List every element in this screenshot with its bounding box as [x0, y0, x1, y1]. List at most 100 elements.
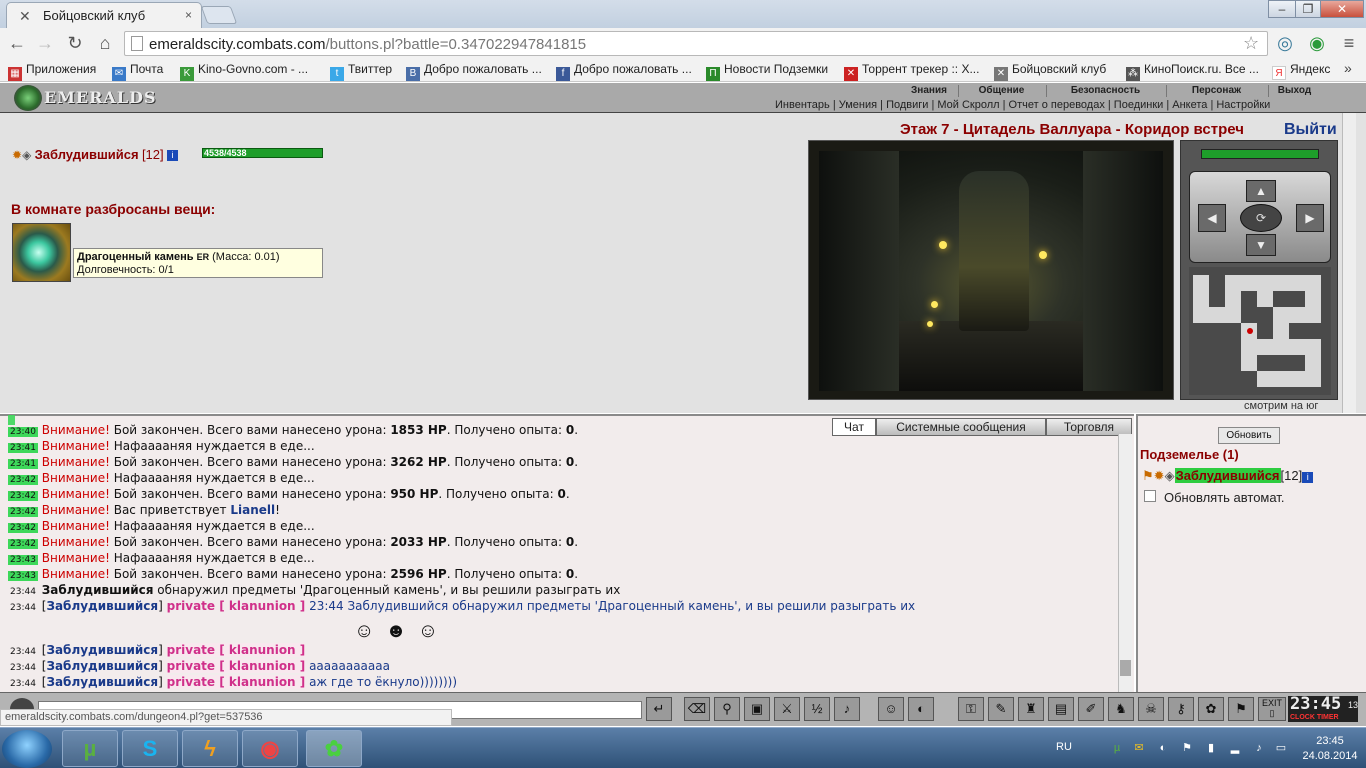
group-member-name[interactable]: Заблудившийся: [1174, 468, 1281, 483]
browser-tab-active[interactable]: ✕ Бойцовский клуб ×: [6, 2, 202, 28]
send-icon[interactable]: ↵: [646, 697, 672, 721]
flag-icon[interactable]: ⚑: [1228, 697, 1254, 721]
bookmark-kinopoisk[interactable]: ⁂ КиноПоиск.ru. Все ...: [1126, 62, 1259, 81]
private-tag[interactable]: private [ klanunion ]: [167, 599, 306, 613]
language-indicator[interactable]: RU: [1056, 741, 1072, 753]
tray-power-icon[interactable]: ▭: [1274, 741, 1288, 755]
menu-icon[interactable]: ≡: [1338, 32, 1360, 54]
lock-icon[interactable]: ⚿: [958, 697, 984, 721]
chat-time[interactable]: 23:44: [8, 679, 38, 689]
fight-icon[interactable]: ⚔: [774, 697, 800, 721]
private-tag[interactable]: private [ klanunion ]: [166, 675, 306, 689]
chat-time[interactable]: 23:44: [8, 663, 38, 673]
close-window-button[interactable]: ✕: [1320, 0, 1364, 18]
tray-flag-icon[interactable]: ⚑: [1180, 741, 1194, 755]
start-button[interactable]: [2, 730, 52, 768]
chat-nick[interactable]: Заблудившийся: [42, 583, 154, 597]
bookmark-star-icon[interactable]: ☆: [1243, 33, 1259, 54]
bookmark-twitter[interactable]: t Твиттер: [330, 62, 392, 81]
icq-icon[interactable]: ✿: [306, 730, 362, 767]
chat-time[interactable]: 23:44: [8, 587, 38, 597]
chat-time[interactable]: 23:44: [8, 647, 38, 657]
chat-nick[interactable]: Заблудившийся: [46, 599, 158, 613]
chat-time[interactable]: 23:44: [8, 603, 38, 613]
tray-volume-icon[interactable]: ♪: [1252, 741, 1266, 755]
refresh-view-button[interactable]: ⟳: [1240, 204, 1282, 232]
info-icon[interactable]: i: [1302, 472, 1314, 483]
tray-network-icon[interactable]: ▂: [1228, 741, 1242, 755]
player-name[interactable]: Заблудившийся: [35, 147, 139, 162]
bookmark-mail[interactable]: ✉ Почта: [112, 62, 163, 81]
chat-nick[interactable]: Заблудившийся: [46, 643, 158, 657]
more-bookmarks-icon[interactable]: »: [1344, 60, 1352, 76]
magic-icon[interactable]: ✎: [988, 697, 1014, 721]
smiley-icon[interactable]: ☺: [878, 697, 904, 721]
menu-exit[interactable]: Выход: [1268, 85, 1320, 97]
menu-communication[interactable]: Общение: [958, 85, 1044, 97]
tray-mail-icon[interactable]: ✉: [1132, 741, 1146, 755]
save-icon[interactable]: ▣: [744, 697, 770, 721]
turn-left-button[interactable]: ◀: [1198, 204, 1226, 232]
tab-chat[interactable]: Чат: [832, 418, 876, 436]
bookmark-facebook[interactable]: f Добро пожаловать ...: [556, 62, 692, 81]
chat-time[interactable]: 23:42: [8, 507, 38, 517]
padlock-icon[interactable]: ⚷: [1168, 697, 1194, 721]
scroll-icon[interactable]: ✐: [1078, 697, 1104, 721]
chat-scroll-thumb[interactable]: [1120, 660, 1131, 676]
chat-time[interactable]: 23:42: [8, 475, 38, 485]
room-scrollbar[interactable]: [1342, 113, 1356, 413]
private-tag[interactable]: private [ klanunion ]: [166, 643, 306, 657]
info-icon[interactable]: i: [166, 150, 178, 161]
music-icon[interactable]: ♪: [834, 697, 860, 721]
chat-time[interactable]: 23:42: [8, 539, 38, 549]
bag-icon[interactable]: ♜: [1018, 697, 1044, 721]
chat-time[interactable]: 23:42: [8, 523, 38, 533]
filter-icon[interactable]: ⚲: [714, 697, 740, 721]
bookmark-combats[interactable]: ✕ Бойцовский клуб: [994, 62, 1106, 81]
exit-link[interactable]: Выйти: [1284, 121, 1337, 139]
winamp-icon[interactable]: ϟ: [182, 730, 238, 767]
bookmark-yandex[interactable]: Я Яндекс: [1272, 62, 1330, 80]
private-tag[interactable]: private [ klanunion ]: [166, 659, 306, 673]
move-forward-button[interactable]: ▲: [1246, 180, 1276, 202]
chat-nick[interactable]: Заблудившийся: [46, 675, 158, 689]
move-back-button[interactable]: ▼: [1246, 234, 1276, 256]
home-icon[interactable]: ⌂: [94, 32, 116, 54]
chat-scrollbar[interactable]: [1118, 434, 1132, 692]
chat-time[interactable]: 23:43: [8, 571, 38, 581]
tab-system-messages[interactable]: Системные сообщения: [876, 418, 1046, 436]
new-tab-button[interactable]: [200, 6, 238, 24]
menu-knowledge[interactable]: Знания: [902, 85, 956, 97]
auto-refresh-checkbox[interactable]: [1144, 490, 1156, 502]
menu-security[interactable]: Безопасность: [1046, 85, 1164, 97]
chat-time[interactable]: 23:43: [8, 555, 38, 565]
rune-icon[interactable]: ✿: [1198, 697, 1224, 721]
chrome-icon[interactable]: ◉: [242, 730, 298, 767]
fraction-icon[interactable]: ½: [804, 697, 830, 721]
chat-nick[interactable]: Lianell: [230, 503, 275, 517]
skype-icon[interactable]: S: [122, 730, 178, 767]
chest-icon[interactable]: ▤: [1048, 697, 1074, 721]
chat-time[interactable]: 23:41: [8, 443, 38, 453]
address-bar[interactable]: emeraldscity.combats.com/buttons.pl?batt…: [124, 31, 1268, 56]
menu-character[interactable]: Персонаж: [1166, 85, 1266, 97]
tray-clock[interactable]: 23:45 24.08.2014: [1300, 734, 1360, 764]
clear-icon[interactable]: ⌫: [684, 697, 710, 721]
helmet-icon[interactable]: ◐: [908, 697, 934, 721]
minimize-button[interactable]: –: [1268, 0, 1296, 18]
exit-game-icon[interactable]: EXIT ▯: [1258, 697, 1286, 721]
forward-icon[interactable]: →: [34, 32, 56, 54]
tray-utorrent-icon[interactable]: µ: [1110, 741, 1124, 755]
bookmark-torrent[interactable]: ✕ Торрент трекер :: Х...: [844, 62, 979, 81]
turn-right-button[interactable]: ▶: [1296, 204, 1324, 232]
chat-nick[interactable]: Заблудившийся: [46, 659, 158, 673]
bookmark-kino-govno[interactable]: K Kino-Govno.com - ...: [180, 62, 308, 81]
skull-icon[interactable]: ☠: [1138, 697, 1164, 721]
chat-time[interactable]: 23:42: [8, 491, 38, 501]
chat-time[interactable]: 23:41: [8, 459, 38, 469]
back-icon[interactable]: ←: [6, 32, 28, 54]
reload-icon[interactable]: ↻: [64, 32, 86, 54]
gem-item-icon[interactable]: [12, 223, 71, 282]
extension-green-icon[interactable]: ◉: [1306, 32, 1328, 54]
extension-icon[interactable]: ◎: [1274, 32, 1296, 54]
